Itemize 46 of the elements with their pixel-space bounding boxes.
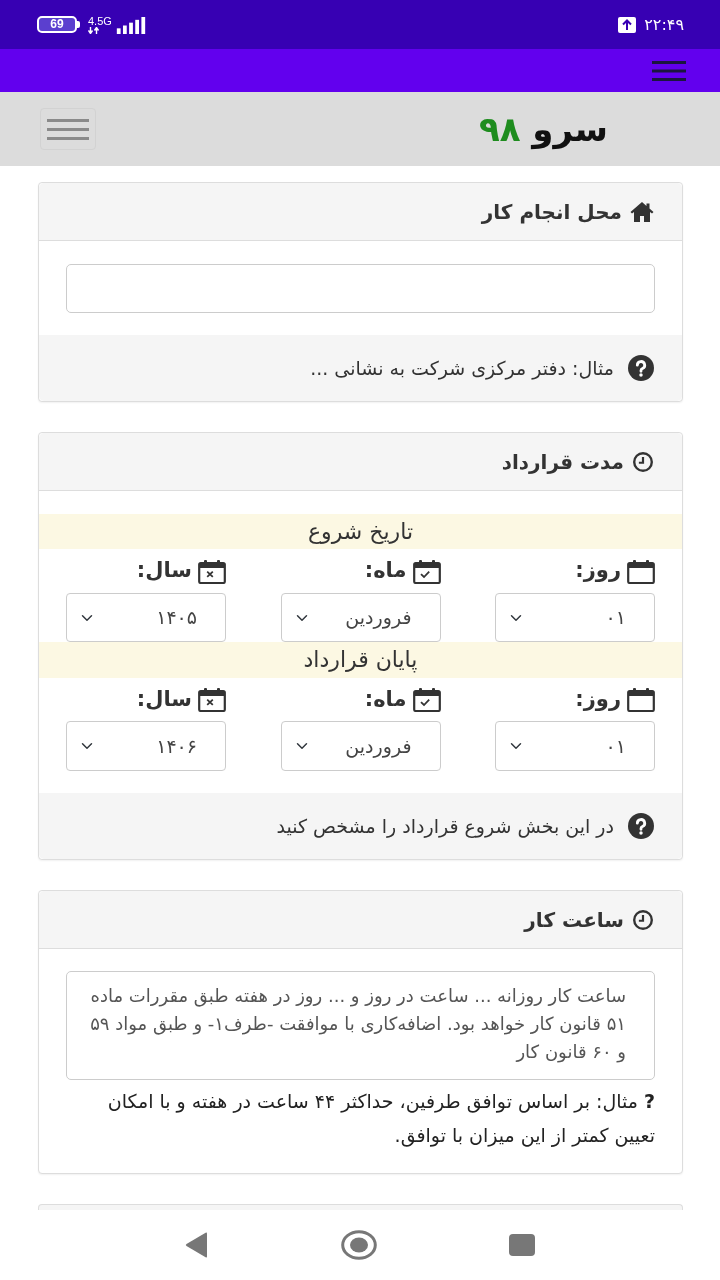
status-time: ۲۲:۴۹ — [644, 15, 684, 34]
card-title: مدت قرارداد — [501, 448, 624, 476]
field-label: ماه: — [364, 685, 407, 713]
help-icon — [628, 813, 654, 839]
menu-icon[interactable] — [652, 60, 686, 81]
recent-apps-icon[interactable] — [509, 1234, 535, 1256]
calendar-x-icon — [198, 687, 226, 712]
section-heading: پایان قرارداد — [39, 642, 682, 678]
clock-icon — [632, 908, 654, 931]
calendar-check-icon — [412, 687, 441, 712]
network-type-label: 4.5G — [88, 15, 112, 27]
year-select[interactable]: ۱۴۰۵ — [66, 593, 226, 642]
home-button-icon[interactable] — [341, 1230, 377, 1260]
calendar-icon — [627, 687, 655, 712]
hint-text: ? مثال: بر اساس توافق طرفین، حداکثر ۴۴ ساعت در هفته و با امکان تعیین کمتر از این میزان با توافق. — [106, 1089, 655, 1149]
field-label: ماه: — [364, 557, 407, 585]
card-title: محل انجام کار — [481, 198, 622, 226]
data-arrows-icon — [88, 26, 100, 34]
field-label: روز: — [575, 557, 621, 585]
text-input[interactable] — [66, 264, 655, 313]
year-select[interactable]: ۱۴۰۶ — [66, 721, 226, 771]
day-select[interactable]: ۰۱ — [495, 593, 655, 642]
back-icon[interactable] — [185, 1232, 209, 1258]
hint-text: در این بخش شروع قرارداد را مشخص کنید — [276, 813, 614, 840]
calendar-x-icon — [198, 558, 226, 584]
field-label: سال: — [136, 685, 192, 713]
menu-icon — [47, 118, 89, 140]
help-icon — [628, 355, 654, 381]
battery-indicator: 69 — [37, 16, 80, 33]
calendar-icon — [627, 558, 655, 584]
clock-icon — [632, 450, 654, 473]
month-select[interactable]: فروردین — [280, 593, 441, 642]
section-heading: تاریخ شروع — [39, 514, 682, 549]
hint-text: مثال: دفتر مرکزی شرکت به نشانی ... — [310, 355, 614, 382]
calendar-check-icon — [412, 558, 441, 584]
month-select[interactable]: فروردین — [280, 721, 441, 771]
field-label: روز: — [575, 685, 621, 713]
menu-toggle-button[interactable] — [40, 108, 96, 150]
home-icon — [630, 200, 654, 223]
day-select[interactable]: ۰۱ — [495, 721, 655, 771]
app-logo[interactable]: سرو ۹۸ — [478, 109, 608, 149]
signal-bars-icon — [115, 16, 146, 34]
text-area[interactable]: ساعت کار روزانه ... ساعت در روز و ... روز در هفته طبق مقررات ماده ۵۱ قانون کار خواهد بود. اضافه‌کاری با موافقت -طرف۱- و طبق مواد ۵۹ و ۶۰ قانون کار — [66, 971, 655, 1080]
field-label: سال: — [136, 557, 192, 585]
upload-icon — [618, 16, 637, 33]
card-title: ساعت کار — [524, 906, 624, 934]
